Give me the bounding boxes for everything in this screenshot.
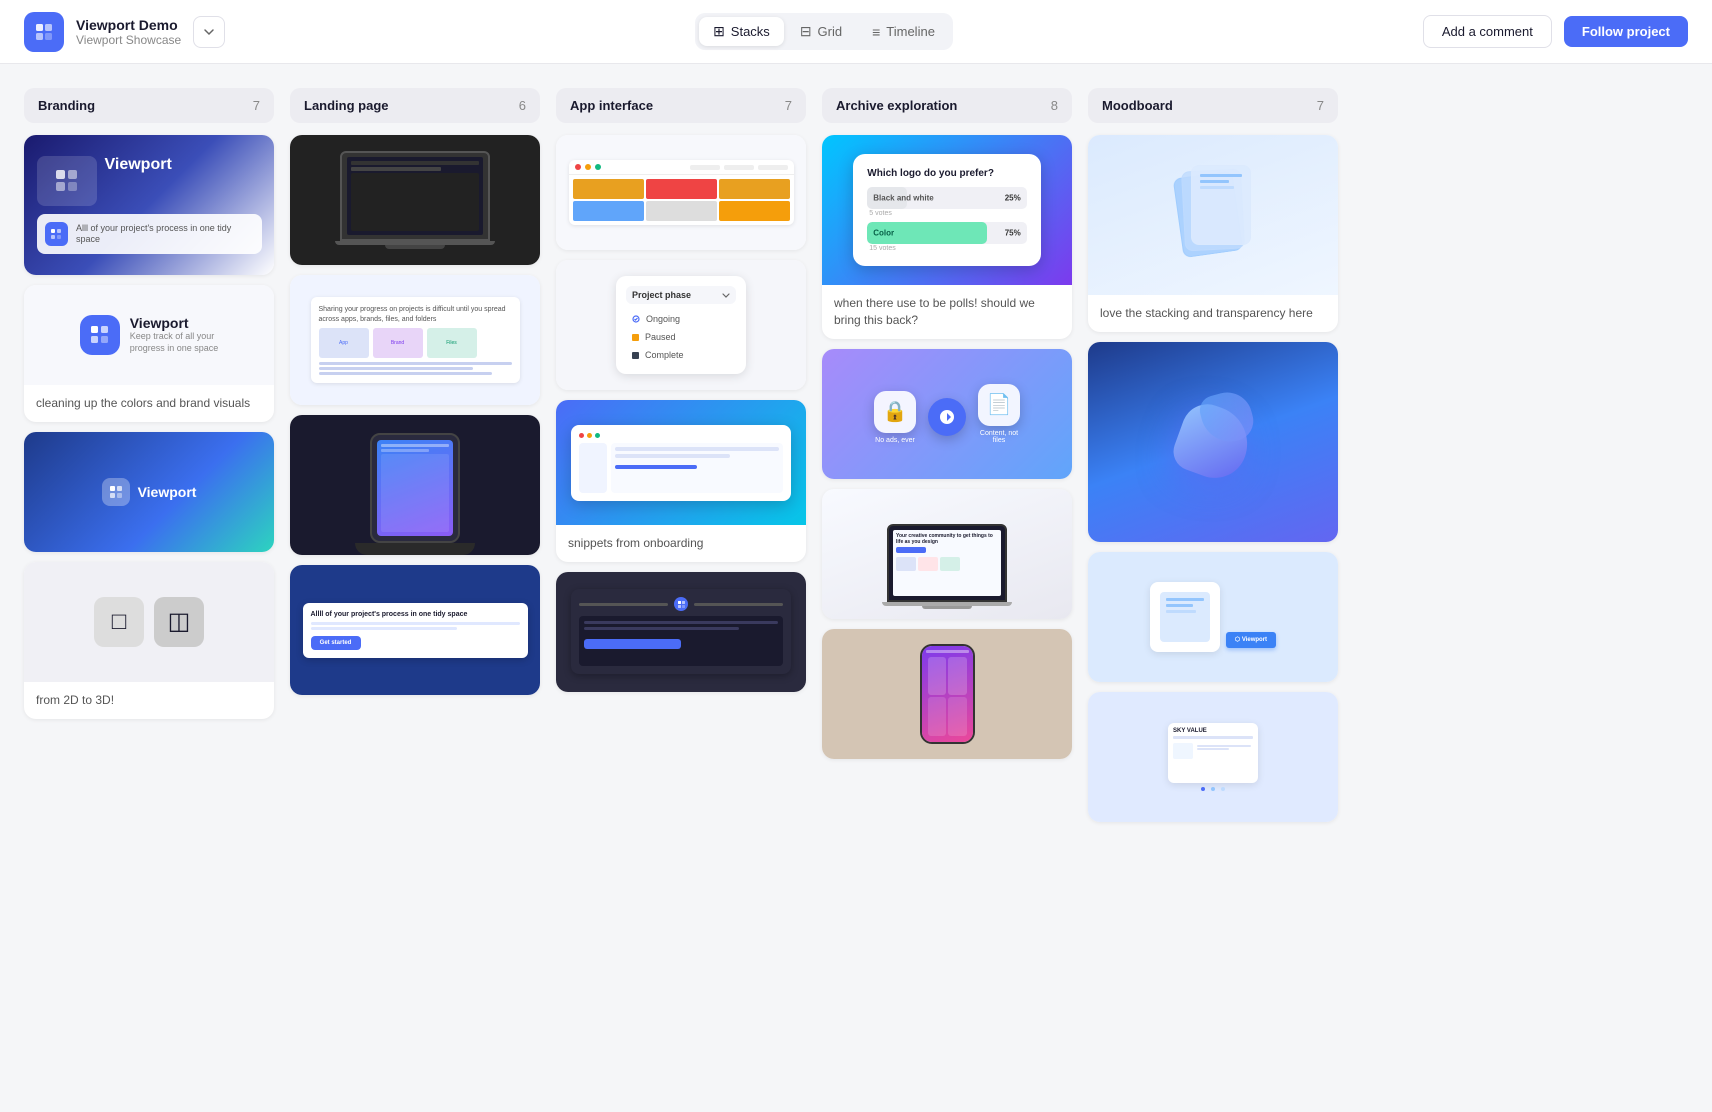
timeline-icon: ≡ [872,24,880,40]
column-archive: Archive exploration 8 Which logo do you … [822,88,1072,822]
card-archive-3[interactable]: Your creative community to get things to… [822,489,1072,619]
card-brand-4[interactable]: □ ◫ from 2D to 3D! [24,562,274,719]
column-header-branding: Branding 7 [24,88,274,123]
column-count-moodboard: 7 [1317,98,1324,113]
column-title-landing: Landing page [304,98,389,113]
column-title-branding: Branding [38,98,95,113]
app-image-1 [556,135,806,250]
column-count-branding: 7 [253,98,260,113]
brand-label-4: from 2D to 3D! [24,682,274,719]
column-items-branding: Viewport Alll of your project's process … [24,135,274,719]
mood-image-1 [1088,135,1338,295]
card-archive-4[interactable] [822,629,1072,759]
card-app-4[interactable] [556,572,806,692]
card-mood-4[interactable]: SKY VALUE [1088,692,1338,822]
app-label-3: snippets from onboarding [556,525,806,562]
landing-image-1 [290,135,540,265]
project-name: Viewport Demo [76,17,181,33]
view-switcher-container: ⊞ Stacks ⊟ Grid ≡ Timeline [695,13,953,50]
column-app-interface: App interface 7 [556,88,806,822]
project-sub: Viewport Showcase [76,33,181,47]
mood-image-4: SKY VALUE [1088,692,1338,822]
column-items-moodboard: love the stacking and transparency here [1088,135,1338,822]
app-image-3 [556,400,806,525]
grid-view-button[interactable]: ⊟ Grid [786,17,856,46]
mood-image-3: ⬡ Viewport [1088,552,1338,682]
archive-image-1: Which logo do you prefer? Black and whit… [822,135,1072,285]
card-mood-2[interactable] [1088,342,1338,542]
main-content: Branding 7 [0,64,1712,846]
archive-image-2: 🔒 No ads, ever 📄 Content, not files [822,349,1072,479]
column-branding: Branding 7 [24,88,274,822]
landing-image-3 [290,415,540,555]
column-landing: Landing page 6 [290,88,540,822]
column-title-moodboard: Moodboard [1102,98,1173,113]
column-moodboard: Moodboard 7 [1088,88,1338,822]
mood-image-2 [1088,342,1338,542]
brand-image-1: Viewport Alll of your project's process … [24,135,274,275]
column-items-archive: Which logo do you prefer? Black and whit… [822,135,1072,759]
card-app-1[interactable] [556,135,806,250]
column-header-app: App interface 7 [556,88,806,123]
archive-label-1: when there use to be polls! should we br… [822,285,1072,339]
card-landing-4[interactable]: Allll of your project's process in one t… [290,565,540,695]
app-logo [24,12,64,52]
archive-image-4 [822,629,1072,759]
card-archive-1[interactable]: Which logo do you prefer? Black and whit… [822,135,1072,339]
column-items-app: Project phase Ongoing Paused [556,135,806,692]
project-info: Viewport Demo Viewport Showcase [76,17,181,47]
column-count-app: 7 [785,98,792,113]
brand-image-2: Viewport Keep track of all yourprogress … [24,285,274,385]
stacks-icon: ⊞ [713,23,725,40]
card-mood-3[interactable]: ⬡ Viewport [1088,552,1338,682]
view-switcher: ⊞ Stacks ⊟ Grid ≡ Timeline [695,13,953,50]
timeline-view-button[interactable]: ≡ Timeline [858,18,949,46]
column-title-app: App interface [570,98,653,113]
brand-image-4: □ ◫ [24,562,274,682]
landing-image-4: Allll of your project's process in one t… [290,565,540,695]
card-landing-2[interactable]: Sharing your progress on projects is dif… [290,275,540,405]
header-right: Add a comment Follow project [1423,15,1688,48]
project-dropdown-button[interactable] [193,16,225,48]
column-items-landing: Sharing your progress on projects is dif… [290,135,540,695]
grid-icon: ⊟ [800,23,812,40]
header-left: Viewport Demo Viewport Showcase [24,12,225,52]
follow-project-button[interactable]: Follow project [1564,16,1688,47]
column-title-archive: Archive exploration [836,98,957,113]
card-app-2[interactable]: Project phase Ongoing Paused [556,260,806,390]
card-landing-1[interactable] [290,135,540,265]
brand-label-2: cleaning up the colors and brand visuals [24,385,274,422]
grid-label: Grid [818,24,843,39]
column-count-landing: 6 [519,98,526,113]
columns-wrapper: Branding 7 [24,88,1688,822]
stacks-view-button[interactable]: ⊞ Stacks [699,17,784,46]
mood-label-1: love the stacking and transparency here [1088,295,1338,332]
card-brand-1[interactable]: Viewport Alll of your project's process … [24,135,274,275]
brand-image-3: Viewport [24,432,274,552]
stacks-label: Stacks [731,24,770,39]
archive-image-3: Your creative community to get things to… [822,489,1072,619]
card-brand-3[interactable]: Viewport [24,432,274,552]
column-header-archive: Archive exploration 8 [822,88,1072,123]
card-mood-1[interactable]: love the stacking and transparency here [1088,135,1338,332]
landing-image-2: Sharing your progress on projects is dif… [290,275,540,405]
card-archive-2[interactable]: 🔒 No ads, ever 📄 Content, not files [822,349,1072,479]
card-landing-3[interactable] [290,415,540,555]
add-comment-button[interactable]: Add a comment [1423,15,1552,48]
column-header-moodboard: Moodboard 7 [1088,88,1338,123]
column-header-landing: Landing page 6 [290,88,540,123]
column-count-archive: 8 [1051,98,1058,113]
app-header: Viewport Demo Viewport Showcase ⊞ Stacks… [0,0,1712,64]
timeline-label: Timeline [886,24,935,39]
card-brand-2[interactable]: Viewport Keep track of all yourprogress … [24,285,274,422]
app-image-2: Project phase Ongoing Paused [556,260,806,390]
card-app-3[interactable]: snippets from onboarding [556,400,806,562]
app-image-4 [556,572,806,692]
